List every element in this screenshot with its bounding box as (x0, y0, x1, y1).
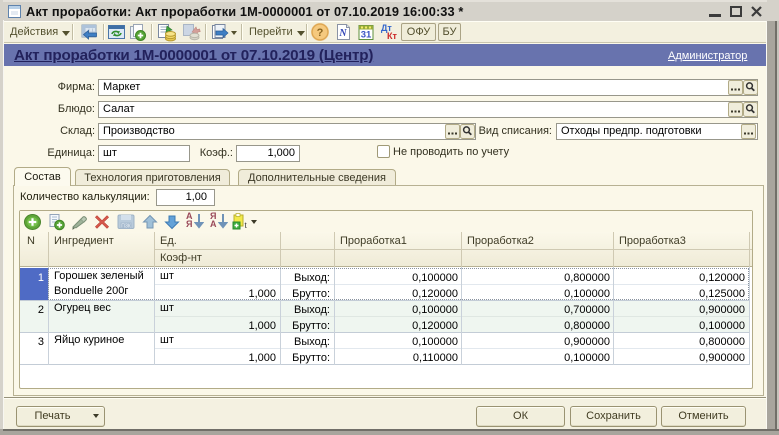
svg-text:t: t (245, 221, 248, 230)
svg-text:ПЗК: ПЗК (121, 224, 131, 230)
svg-text:31: 31 (361, 30, 372, 41)
svg-text:?: ? (317, 27, 324, 39)
svg-text:N: N (338, 28, 347, 39)
